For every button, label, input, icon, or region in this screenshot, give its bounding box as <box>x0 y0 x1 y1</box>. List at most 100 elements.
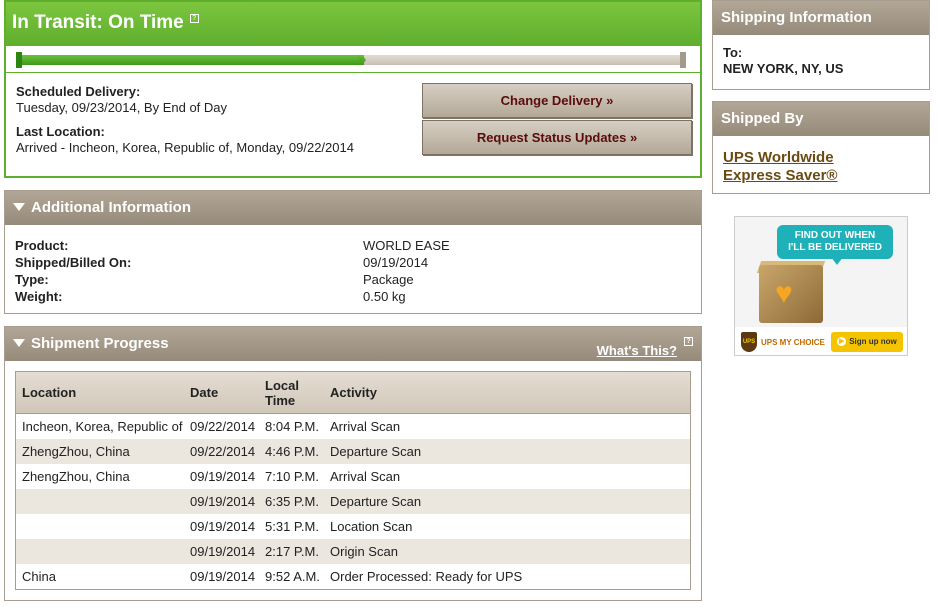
sign-up-label: Sign up now <box>849 337 897 346</box>
additional-information-panel: Additional Information Product: WORLD EA… <box>4 190 702 314</box>
help-icon[interactable]: ? <box>684 337 693 346</box>
cell-date: 09/22/2014 <box>190 444 256 459</box>
cell-activity: Departure Scan <box>330 444 422 459</box>
table-row: 09/19/2014 5:31 P.M. Location Scan <box>16 514 690 539</box>
shipped-by-title: Shipped By <box>713 102 929 136</box>
shipping-destination: To: NEW YORK, NY, US <box>713 35 929 87</box>
cell-local-time: 9:52 A.M. <box>265 569 320 584</box>
table-row: ZhengZhou, China 09/22/2014 4:46 P.M. Depar… <box>16 439 690 464</box>
scheduled-delivery-label: Scheduled Delivery: <box>16 84 141 99</box>
cell-activity: Location Scan <box>330 519 413 534</box>
shipment-progress-title: Shipment Progress <box>31 335 169 352</box>
help-icon[interactable]: ? <box>189 14 199 23</box>
progress-end-cap <box>680 52 686 68</box>
table-row: China 09/19/2014 9:52 A.M. Order Processed:… <box>16 564 690 589</box>
cell-local-time: 2:17 P.M. <box>265 544 319 559</box>
shipping-information-panel: Shipping Information To: NEW YORK, NY, U… <box>712 0 930 90</box>
divider <box>6 72 700 73</box>
scheduled-delivery-value: Tuesday, 09/23/2014, By End of Day <box>16 100 228 115</box>
type-label: Type: <box>15 272 49 287</box>
table-row: 09/19/2014 6:35 P.M. Departure Scan <box>16 489 690 514</box>
cell-local-time: 5:31 P.M. <box>265 519 319 534</box>
table-row: Incheon, Korea, Republic of 09/22/2014 8:0… <box>16 414 690 439</box>
column-activity: Activity <box>330 385 377 400</box>
transit-status-title: In Transit: On Time <box>12 12 184 33</box>
cell-location: ZhengZhou, China <box>22 469 130 484</box>
request-status-updates-button[interactable]: Request Status Updates » <box>422 120 692 155</box>
service-line-1[interactable]: UPS Worldwide <box>723 149 919 167</box>
ad-bubble-line-1: FIND OUT WHEN <box>794 230 876 241</box>
progress-start-cap <box>16 52 22 68</box>
ad-footer: UPS UPS MY CHOICE ▶ Sign up now <box>735 327 907 355</box>
last-location-value: Arrived - Incheon, Korea, Republic of, M… <box>16 140 354 155</box>
shipped-billed-label: Shipped/Billed On: <box>15 255 132 270</box>
cell-activity: Arrival Scan <box>330 469 401 484</box>
cell-date: 09/22/2014 <box>190 419 256 434</box>
detail-row: Weight: 0.50 kg <box>15 288 563 305</box>
ad-bubble-line-2: I'LL BE DELIVERED <box>788 242 882 253</box>
cell-activity: Origin Scan <box>330 544 398 559</box>
cell-date: 09/19/2014 <box>190 544 256 559</box>
heart-icon: ♥ <box>775 277 793 310</box>
product-label: Product: <box>15 238 69 253</box>
table-row: 09/19/2014 2:17 P.M. Origin Scan <box>16 539 690 564</box>
table-row: ZhengZhou, China 09/19/2014 7:10 P.M. Arriv… <box>16 464 690 489</box>
weight-value: 0.50 kg <box>363 289 406 304</box>
cell-local-time: 4:46 P.M. <box>265 444 319 459</box>
delivery-details: Scheduled Delivery: Tuesday, 09/23/2014,… <box>16 84 416 156</box>
cell-local-time: 7:10 P.M. <box>265 469 319 484</box>
bubble-tail <box>831 257 843 265</box>
column-local-time-label: Local Time <box>265 377 299 408</box>
type-value: Package <box>363 272 414 287</box>
to-label: To: <box>723 45 743 60</box>
last-location-label: Last Location: <box>16 124 105 139</box>
detail-row: Shipped/Billed On: 09/19/2014 <box>15 254 563 271</box>
additional-information-header[interactable]: Additional Information <box>5 191 701 225</box>
delivery-progress-bar: » <box>16 52 686 68</box>
in-transit-panel: In Transit: On Time? » Scheduled Deliver… <box>4 0 702 178</box>
cell-location: ZhengZhou, China <box>22 444 130 459</box>
service-line-2[interactable]: Express Saver® <box>723 167 919 185</box>
cell-local-time: 6:35 P.M. <box>265 494 319 509</box>
additional-information-title: Additional Information <box>31 199 191 216</box>
progress-fill <box>16 55 364 65</box>
shipped-billed-value: 09/19/2014 <box>363 255 429 270</box>
my-choice-brand: UPS MY CHOICE <box>761 338 825 347</box>
cell-location: China <box>22 569 56 584</box>
column-location: Location <box>22 385 77 400</box>
column-date: Date <box>190 385 219 400</box>
cell-activity: Arrival Scan <box>330 419 401 434</box>
shipping-information-title: Shipping Information <box>713 1 929 35</box>
detail-row: Product: WORLD EASE <box>15 237 563 254</box>
ups-logo: UPS <box>741 332 757 352</box>
cell-local-time: 8:04 P.M. <box>265 419 319 434</box>
cell-date: 09/19/2014 <box>190 469 256 484</box>
cell-date: 09/19/2014 <box>190 494 256 509</box>
table-header: Location Date Local Time Activity <box>16 372 690 414</box>
to-value: NEW YORK, NY, US <box>723 61 844 76</box>
cell-activity: Departure Scan <box>330 494 422 509</box>
package-details: Product: WORLD EASE Shipped/Billed On: 0… <box>15 237 563 305</box>
service-link[interactable]: UPS Worldwide Express Saver® <box>713 136 929 195</box>
play-icon: ▶ <box>837 337 847 347</box>
progress-arrow-icon: » <box>358 51 367 68</box>
product-value: WORLD EASE <box>363 238 450 253</box>
weight-label: Weight: <box>15 289 63 304</box>
shipped-by-panel: Shipped By UPS Worldwide Express Saver® <box>712 101 930 194</box>
ups-my-choice-ad[interactable]: FIND OUT WHEN I'LL BE DELIVERED ♥ UPS UP… <box>734 216 908 356</box>
detail-row: Type: Package <box>15 271 563 288</box>
sign-up-button[interactable]: ▶ Sign up now <box>831 332 903 352</box>
cell-activity: Order Processed: Ready for UPS <box>330 569 523 584</box>
shipment-progress-panel: Shipment Progress What's This? ? Locatio… <box>4 326 702 601</box>
collapse-triangle-icon <box>13 202 25 211</box>
shipment-progress-header[interactable]: Shipment Progress What's This? ? <box>5 327 701 361</box>
cell-date: 09/19/2014 <box>190 519 256 534</box>
whats-this-link[interactable]: What's This? <box>597 334 677 368</box>
cell-location: Incheon, Korea, Republic of <box>22 419 183 434</box>
ad-speech-bubble: FIND OUT WHEN I'LL BE DELIVERED <box>777 225 893 259</box>
collapse-triangle-icon <box>13 338 25 347</box>
change-delivery-button[interactable]: Change Delivery » <box>422 83 692 118</box>
shipment-progress-table: Location Date Local Time Activity Incheo… <box>15 371 691 590</box>
column-local-time: Local Time <box>259 372 324 413</box>
cell-date: 09/19/2014 <box>190 569 256 584</box>
